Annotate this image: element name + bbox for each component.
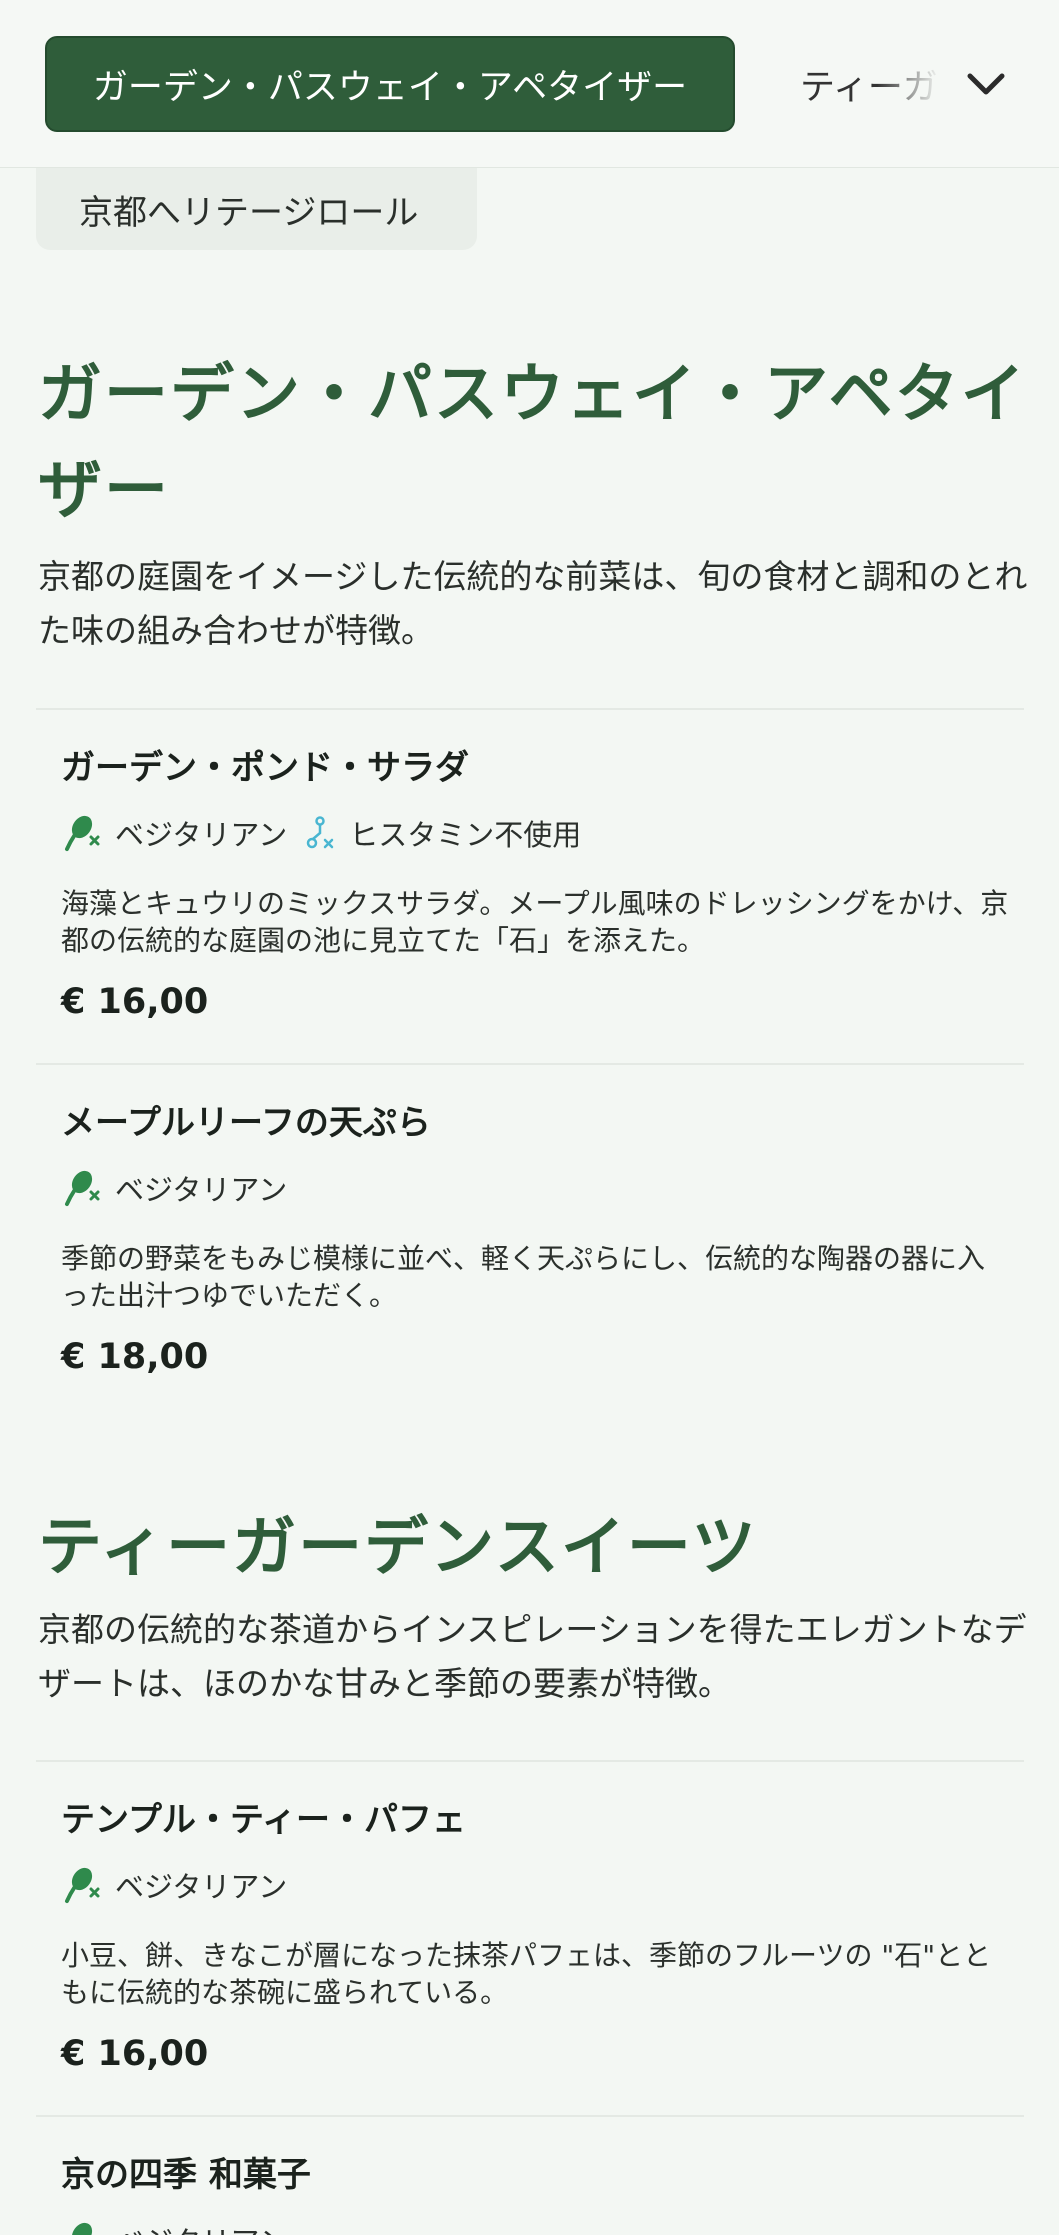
tag-vegetarian: ベジタリアン bbox=[61, 1864, 287, 1906]
menu-item-description: 小豆、餅、きなこが層になった抹茶パフェは、季節のフルーツの "石"とともに伝統的… bbox=[61, 1939, 992, 2009]
menu-item-name: テンプル・ティー・パフェ bbox=[61, 1800, 466, 1840]
menu-item[interactable]: 京の四季 和菓子 ベジタリアン bbox=[36, 2115, 1024, 2235]
tag-vegetarian: ベジタリアン bbox=[61, 812, 287, 854]
vegetarian-icon bbox=[65, 815, 100, 851]
dietary-tags: ベジタリアン bbox=[61, 1167, 305, 1209]
dietary-tags: ベジタリアン bbox=[61, 1864, 305, 1906]
menu-item-description: 季節の野菜をもみじ模様に並べ、軽く天ぷらにし、伝統的な陶器の器に入った出汁つゆで… bbox=[61, 1242, 986, 1312]
menu-item[interactable]: メープルリーフの天ぷら ベジタリアン 季節の野菜をもみじ模様に並べ、軽く天ぷらに… bbox=[36, 1063, 1024, 1418]
vegetarian-icon bbox=[71, 2222, 93, 2235]
chevron-down-icon[interactable] bbox=[962, 60, 1010, 108]
menu-item-price: € 18,00 bbox=[61, 1337, 209, 1377]
vegetarian-icon bbox=[65, 1170, 100, 1206]
menu-item[interactable]: ガーデン・ポンド・サラダ ベジタリアン ヒスタミン不使用 海藻とキュウリのミック… bbox=[36, 708, 1024, 1063]
tag-label: ベジタリアン bbox=[115, 818, 288, 852]
tag-vegetarian: ベジタリアン bbox=[61, 2219, 288, 2235]
category-nav: ガーデン・パスウェイ・アペタイザー ティーガ bbox=[0, 0, 1059, 168]
dietary-tags: ベジタリアン bbox=[61, 2219, 306, 2235]
menu-item-name: メープルリーフの天ぷら bbox=[61, 1103, 431, 1143]
menu-item[interactable]: テンプル・ティー・パフェ ベジタリアン 小豆、餅、きなこが層になった抹茶パフェは… bbox=[36, 1760, 1024, 2115]
tag-label: ベジタリアン bbox=[115, 1870, 288, 1904]
menu-item-name: ガーデン・ポンド・サラダ bbox=[61, 748, 469, 788]
menu-item-name: 京の四季 和菓子 bbox=[61, 2155, 311, 2195]
section-title: ティーガーデンスイーツ bbox=[38, 1510, 758, 1585]
tag-label: ベジタリアン bbox=[115, 1173, 288, 1207]
molecule-icon bbox=[307, 816, 334, 849]
dietary-tags: ベジタリアン ヒスタミン不使用 bbox=[61, 812, 599, 854]
tab-garden-pathway-appetizers[interactable]: ガーデン・パスウェイ・アペタイザー bbox=[45, 36, 735, 132]
vegetarian-icon bbox=[65, 1867, 100, 1903]
section-description: 京都の伝統的な茶道からインスピレーションを得たエレガントなデザートは、ほのかな甘… bbox=[38, 1610, 1027, 1703]
tag-vegetarian: ベジタリアン bbox=[61, 1167, 287, 1209]
tag-histamine-free: ヒスタミン不使用 bbox=[305, 812, 581, 854]
menu-item-description: 海藻とキュウリのミックスサラダ。メープル風味のドレッシングをかけ、京都の伝統的な… bbox=[61, 887, 1009, 957]
menu-item-price: € 16,00 bbox=[61, 2034, 209, 2074]
tab-tea-garden-sweets[interactable]: ティーガ bbox=[800, 36, 940, 132]
menu-item-price: € 16,00 bbox=[61, 982, 209, 1022]
tag-label: ヒスタミン不使用 bbox=[349, 818, 582, 852]
section-title: ガーデン・パスウェイ・アペタイザー bbox=[38, 357, 1027, 528]
category-chip-kyoto-heritage-rolls[interactable]: 京都へリテージロール bbox=[36, 168, 477, 250]
section-description: 京都の庭園をイメージした伝統的な前菜は、旬の食材と調和のとれた味の組み合わせが特… bbox=[38, 557, 1028, 650]
tag-label: ベジタリアン bbox=[115, 2219, 288, 2235]
category-chip-label: 京都へリテージロール bbox=[79, 192, 419, 233]
